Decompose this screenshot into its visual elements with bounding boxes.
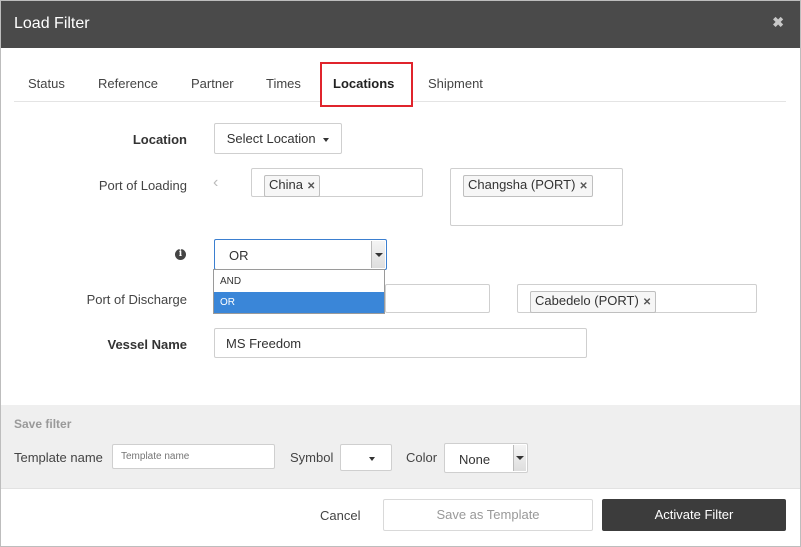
load-filter-dialog: Load Filter ✖ Status Reference Partner T… — [0, 0, 801, 547]
port-discharge-chip-cabedelo: Cabedelo (PORT) ✕ — [530, 291, 657, 313]
symbol-label: Symbol — [290, 450, 334, 465]
chip-label: China — [269, 177, 303, 192]
port-loading-chip-changsha: Changsha (PORT) ✕ — [463, 175, 593, 197]
remove-chip-icon[interactable]: ✕ — [307, 181, 315, 192]
vessel-name-label: Vessel Name — [107, 337, 187, 352]
tab-reference[interactable]: Reference — [98, 76, 158, 91]
info-icon[interactable]: i — [175, 249, 186, 260]
port-of-discharge-label: Port of Discharge — [86, 292, 187, 307]
operator-option-and[interactable]: AND — [214, 271, 384, 292]
cancel-button[interactable]: Cancel — [320, 508, 360, 523]
operator-select-value: OR — [229, 248, 249, 263]
symbol-select[interactable] — [340, 444, 392, 471]
tab-partner[interactable]: Partner — [191, 76, 234, 91]
operator-dropdown-list: AND OR — [213, 269, 385, 314]
save-filter-bar: Save filter Template name Symbol Color N… — [1, 405, 800, 488]
select-arrow-icon[interactable] — [513, 445, 526, 471]
tab-shipment[interactable]: Shipment — [428, 76, 483, 91]
save-as-template-button[interactable]: Save as Template — [383, 499, 593, 531]
operator-option-or[interactable]: OR — [214, 292, 384, 313]
close-icon[interactable]: ✖ — [772, 14, 784, 31]
select-location-button[interactable]: Select Location — [214, 123, 342, 154]
activate-filter-button[interactable]: Activate Filter — [602, 499, 786, 531]
tab-times[interactable]: Times — [266, 76, 301, 91]
tab-locations[interactable]: Locations — [333, 76, 394, 91]
template-name-label: Template name — [14, 450, 103, 465]
dialog-titlebar: Load Filter ✖ — [1, 1, 800, 48]
select-arrow-icon[interactable] — [371, 241, 385, 268]
chip-label: Cabedelo (PORT) — [535, 293, 639, 308]
vessel-name-input[interactable]: MS Freedom — [214, 328, 587, 358]
chevron-left-icon[interactable]: ‹ — [213, 174, 218, 192]
tab-bar: Status Reference Partner Times Locations… — [14, 62, 786, 107]
dialog-footer: Cancel Save as Template Activate Filter — [1, 488, 800, 546]
port-of-loading-label: Port of Loading — [98, 178, 187, 193]
vessel-name-value: MS Freedom — [226, 336, 302, 351]
remove-chip-icon[interactable]: ✕ — [579, 181, 587, 192]
port-of-loading-field[interactable]: China ✕ — [251, 168, 423, 197]
template-name-input[interactable] — [112, 444, 275, 469]
dialog-title: Load Filter — [14, 15, 90, 32]
caret-down-icon — [369, 457, 375, 461]
port-of-loading-selected-field[interactable]: Changsha (PORT) ✕ — [450, 168, 623, 226]
operator-select[interactable]: OR — [214, 239, 387, 270]
color-select-value: None — [459, 452, 491, 467]
save-filter-heading: Save filter — [14, 417, 72, 431]
tab-status[interactable]: Status — [28, 76, 65, 91]
select-location-label: Select Location — [226, 131, 316, 146]
remove-chip-icon[interactable]: ✕ — [643, 297, 651, 308]
color-select[interactable]: None — [444, 443, 528, 473]
port-of-discharge-field[interactable] — [385, 284, 490, 313]
port-loading-chip-china: China ✕ — [264, 175, 321, 197]
caret-down-icon — [323, 137, 330, 142]
chip-label: Changsha (PORT) — [468, 177, 576, 192]
port-of-discharge-selected-field[interactable]: Cabedelo (PORT) ✕ — [517, 284, 757, 313]
location-label: Location — [132, 132, 187, 147]
color-label: Color — [406, 450, 438, 465]
